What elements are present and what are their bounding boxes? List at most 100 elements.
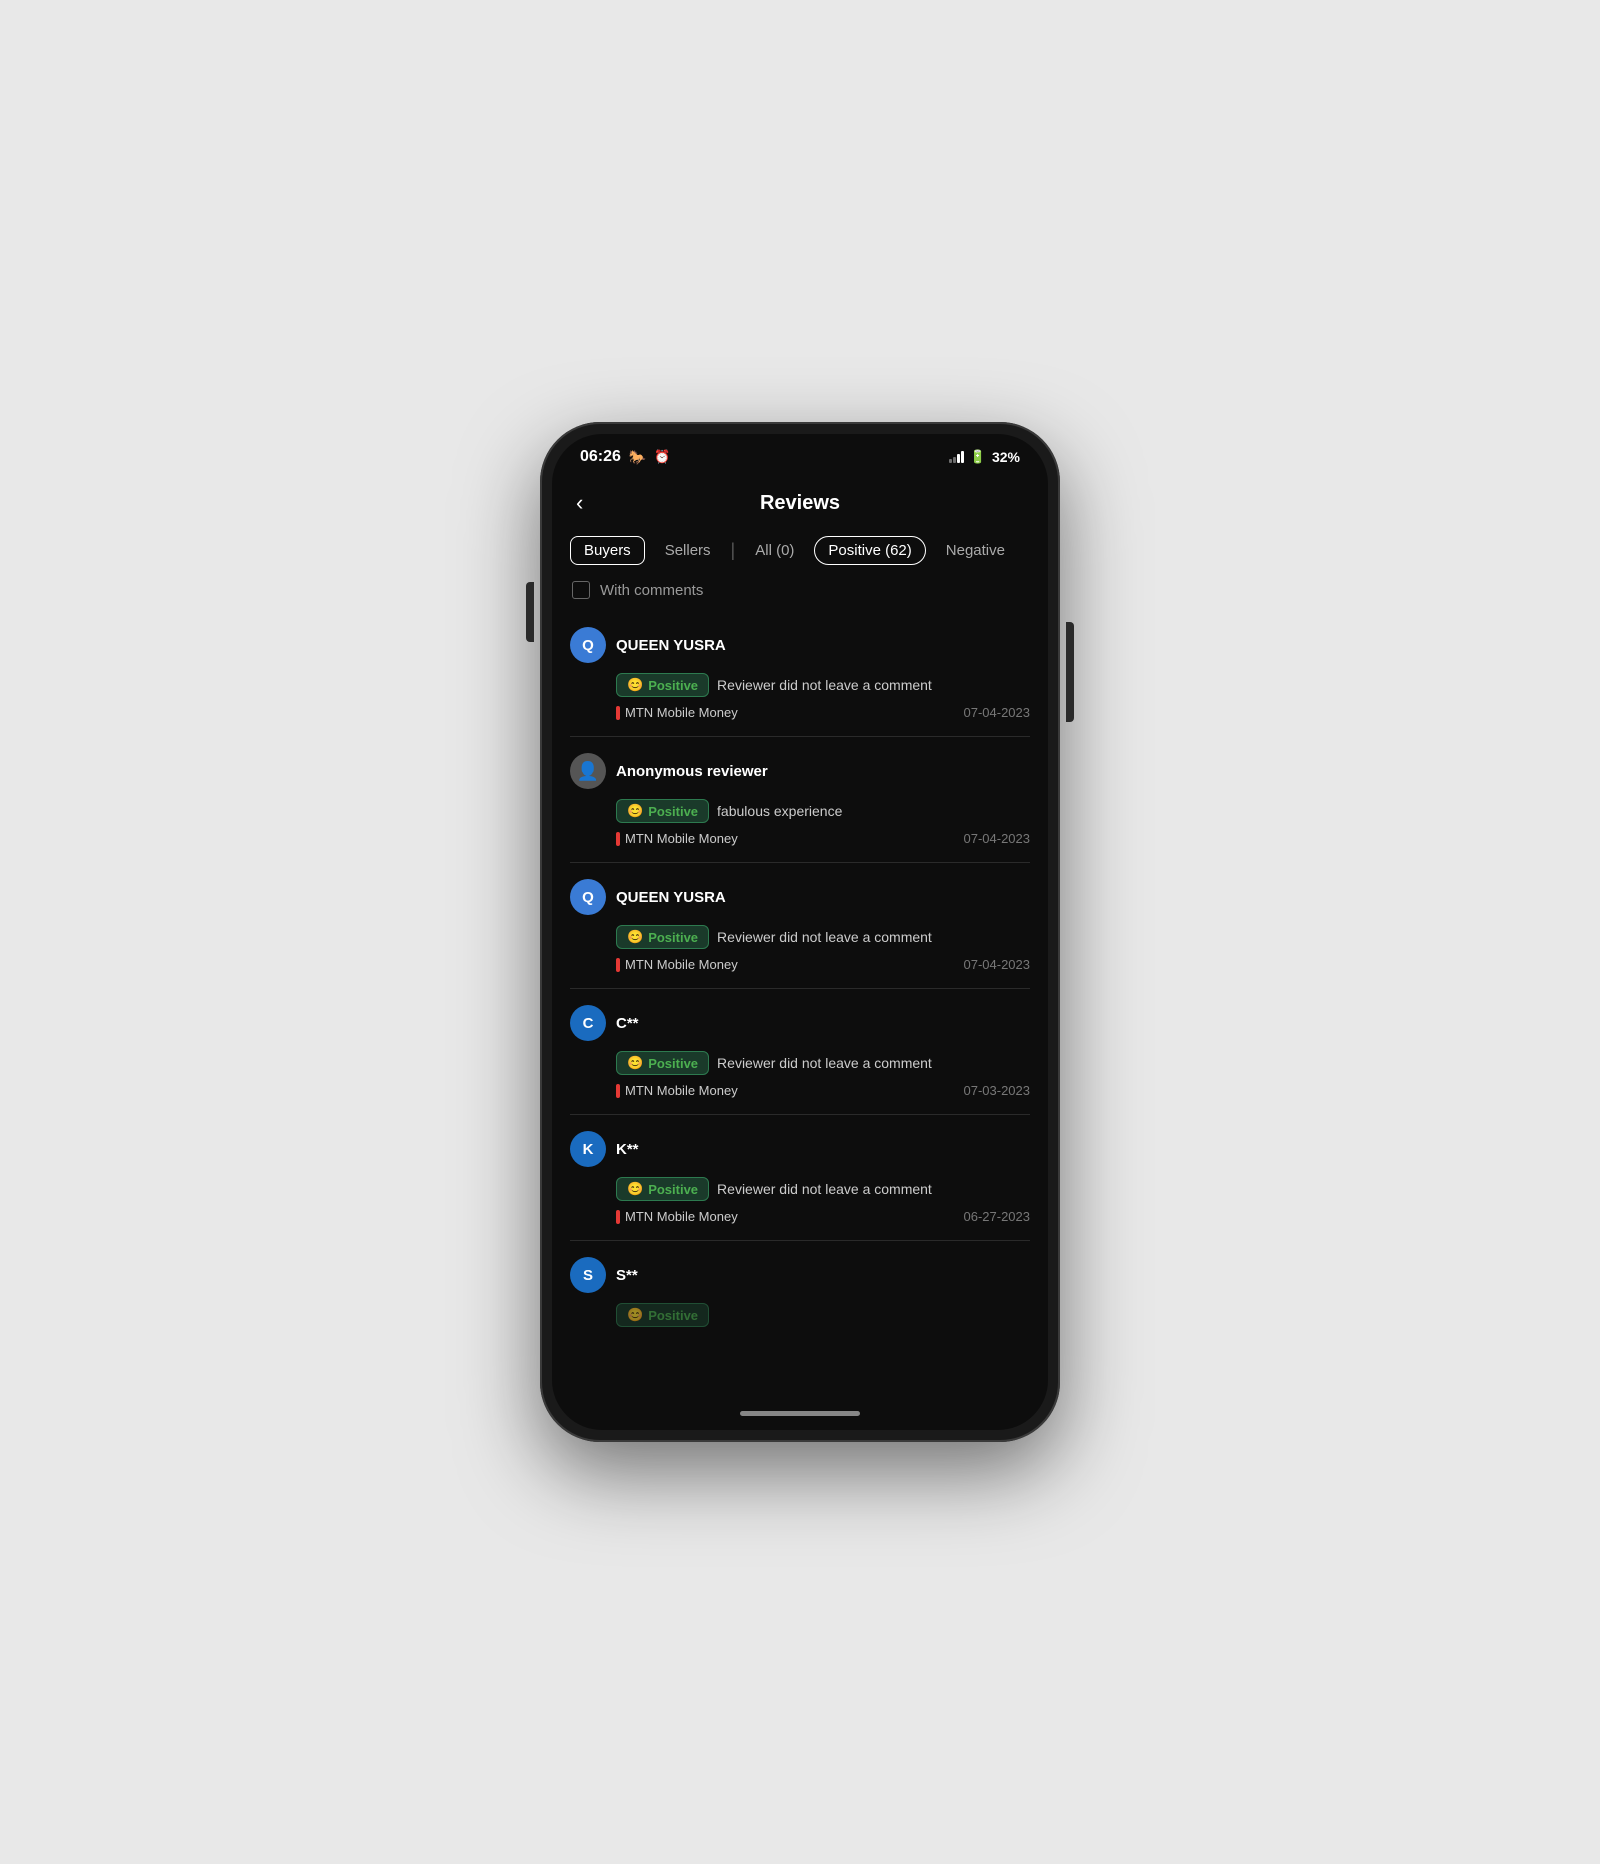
home-bar [740,1411,860,1416]
payment-dot [616,832,620,846]
alarm-icon: ⏰ [654,449,670,465]
page-title: Reviews [760,492,840,515]
rating-label: Positive [648,678,698,693]
rating-badge: 😊 Positive [616,1303,709,1327]
reviewer-name: S** [616,1267,638,1284]
review-rating-row: 😊 Positive Reviewer did not leave a comm… [616,1177,1030,1201]
payment-label: MTN Mobile Money [625,1209,738,1224]
review-rating-row: 😊 Positive fabulous experience [616,799,1030,823]
filter-tabs: Buyers Sellers | All (0) Positive (62) N… [552,532,1048,573]
rating-label: Positive [648,1056,698,1071]
review-comment: fabulous experience [717,803,842,819]
payment-label: MTN Mobile Money [625,1083,738,1098]
avatar: 👤 [570,753,606,789]
review-item: 👤 Anonymous reviewer 😊 Positive fabulous… [570,737,1030,863]
with-comments-checkbox[interactable] [572,581,590,599]
rating-label: Positive [648,930,698,945]
review-footer: MTN Mobile Money 07-04-2023 [616,705,1030,720]
reviews-list: Q QUEEN YUSRA 😊 Positive Reviewer did no… [552,611,1048,1396]
rating-badge: 😊 Positive [616,925,709,949]
review-item: C C** 😊 Positive Reviewer did not leave … [570,989,1030,1115]
rating-emoji: 😊 [627,803,643,819]
review-item: S S** 😊 Positive [570,1241,1030,1351]
payment-method: MTN Mobile Money [616,831,738,846]
rating-emoji: 😊 [627,1307,643,1323]
review-body: 😊 Positive fabulous experience MTN Mobil… [616,799,1030,846]
review-rating-row: 😊 Positive Reviewer did not leave a comm… [616,925,1030,949]
phone-screen: 06:26 🐎 ⏰ 🔋 32% ‹ Reviews Buyers [552,434,1048,1430]
payment-label: MTN Mobile Money [625,831,738,846]
avatar: C [570,1005,606,1041]
payment-dot [616,1210,620,1224]
reviewer-name: QUEEN YUSRA [616,637,726,654]
reviewer-name: C** [616,1015,639,1032]
review-item: K K** 😊 Positive Reviewer did not leave … [570,1115,1030,1241]
tab-divider: | [731,540,736,561]
home-indicator [552,1396,1048,1430]
review-item: Q QUEEN YUSRA 😊 Positive Reviewer did no… [570,863,1030,989]
status-bar: 06:26 🐎 ⏰ 🔋 32% [552,434,1048,474]
status-right: 🔋 32% [949,449,1020,465]
review-body: 😊 Positive Reviewer did not leave a comm… [616,673,1030,720]
review-rating-row: 😊 Positive Reviewer did not leave a comm… [616,1051,1030,1075]
reviewer-name: Anonymous reviewer [616,763,768,780]
review-body: 😊 Positive Reviewer did not leave a comm… [616,1051,1030,1098]
payment-method: MTN Mobile Money [616,1083,738,1098]
review-rating-row: 😊 Positive [616,1303,1030,1327]
review-header: Q QUEEN YUSRA [570,879,1030,915]
avatar: S [570,1257,606,1293]
tab-sellers[interactable]: Sellers [651,536,725,565]
rating-badge: 😊 Positive [616,1051,709,1075]
review-date: 07-04-2023 [964,705,1031,720]
payment-dot [616,706,620,720]
review-rating-row: 😊 Positive Reviewer did not leave a comm… [616,673,1030,697]
payment-method: MTN Mobile Money [616,957,738,972]
avatar: Q [570,627,606,663]
rating-label: Positive [648,804,698,819]
review-date: 07-03-2023 [964,1083,1031,1098]
rating-badge: 😊 Positive [616,673,709,697]
review-header: Q QUEEN YUSRA [570,627,1030,663]
review-header: K K** [570,1131,1030,1167]
rating-emoji: 😊 [627,677,643,693]
back-button[interactable]: ‹ [572,486,593,520]
review-header: S S** [570,1257,1030,1293]
horse-icon: 🐎 [629,449,646,466]
with-comments-filter[interactable]: With comments [552,573,1048,611]
review-footer: MTN Mobile Money 07-04-2023 [616,957,1030,972]
phone-frame: 06:26 🐎 ⏰ 🔋 32% ‹ Reviews Buyers [540,422,1060,1442]
review-body: 😊 Positive Reviewer did not leave a comm… [616,925,1030,972]
rating-badge: 😊 Positive [616,799,709,823]
review-date: 07-04-2023 [964,957,1031,972]
payment-dot [616,1084,620,1098]
rating-emoji: 😊 [627,929,643,945]
review-date: 07-04-2023 [964,831,1031,846]
avatar: Q [570,879,606,915]
review-body: 😊 Positive Reviewer did not leave a comm… [616,1177,1030,1224]
review-body: 😊 Positive [616,1303,1030,1327]
review-footer: MTN Mobile Money 06-27-2023 [616,1209,1030,1224]
signal-icon [949,451,964,463]
tab-all[interactable]: All (0) [741,536,808,565]
tab-positive[interactable]: Positive (62) [814,536,925,565]
avatar: K [570,1131,606,1167]
payment-label: MTN Mobile Money [625,957,738,972]
payment-label: MTN Mobile Money [625,705,738,720]
rating-label: Positive [648,1308,698,1323]
review-footer: MTN Mobile Money 07-04-2023 [616,831,1030,846]
review-date: 06-27-2023 [964,1209,1031,1224]
payment-dot [616,958,620,972]
reviewer-name: QUEEN YUSRA [616,889,726,906]
rating-badge: 😊 Positive [616,1177,709,1201]
rating-emoji: 😊 [627,1181,643,1197]
tab-negative[interactable]: Negative [932,536,1019,565]
review-comment: Reviewer did not leave a comment [717,1055,932,1071]
tab-buyers[interactable]: Buyers [570,536,645,565]
payment-method: MTN Mobile Money [616,1209,738,1224]
payment-method: MTN Mobile Money [616,705,738,720]
battery-percent: 32% [992,449,1020,465]
reviewer-name: K** [616,1141,639,1158]
review-comment: Reviewer did not leave a comment [717,677,932,693]
review-comment: Reviewer did not leave a comment [717,1181,932,1197]
with-comments-label: With comments [600,582,703,599]
